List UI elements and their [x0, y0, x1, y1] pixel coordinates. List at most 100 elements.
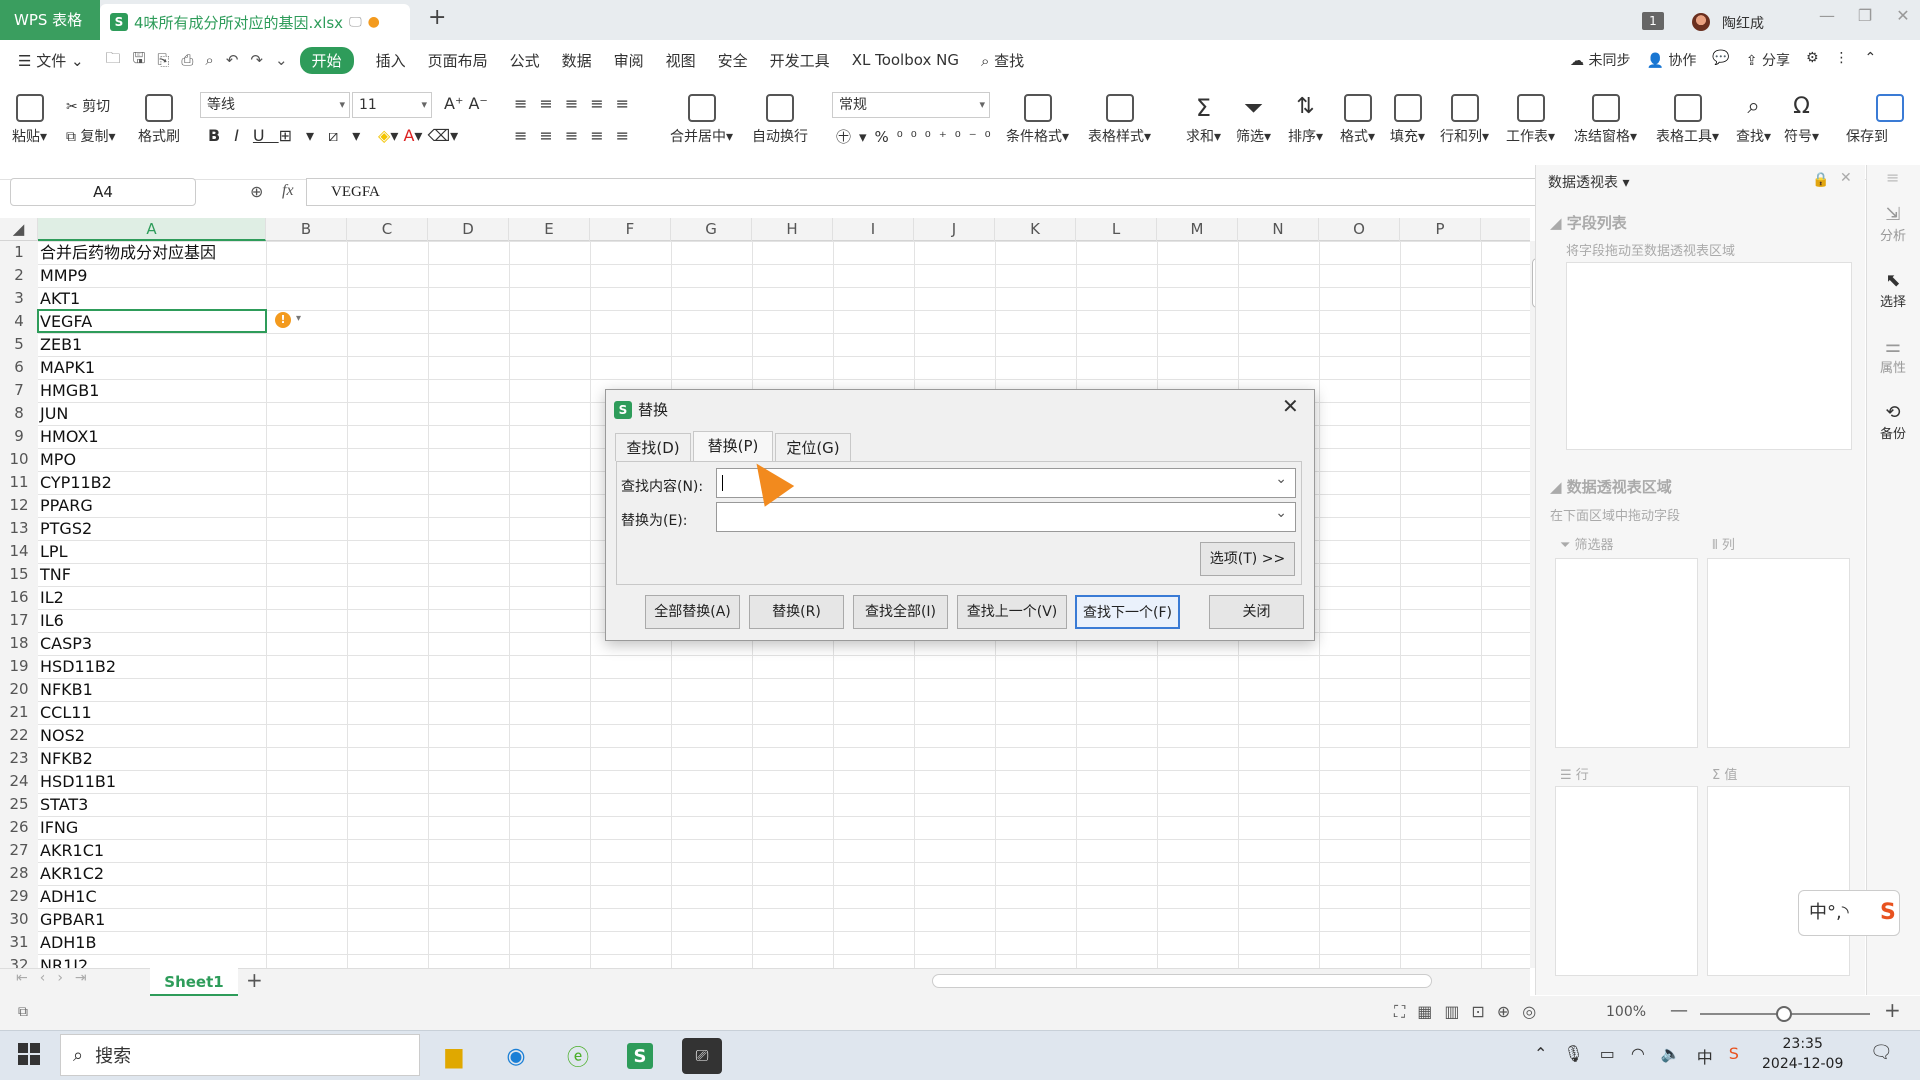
pivot-pane-title[interactable]: 数据透视表 ▾: [1548, 172, 1629, 192]
tab-goto[interactable]: 定位(G): [775, 433, 851, 461]
redo-icon[interactable]: ↷: [250, 51, 263, 69]
menu-review[interactable]: 审阅: [614, 50, 644, 71]
error-warning-icon[interactable]: !: [275, 312, 291, 328]
row-header[interactable]: 8: [0, 402, 38, 425]
menu-search[interactable]: ⌕ 查找: [981, 50, 1024, 71]
cell-a7[interactable]: HMGB1: [40, 379, 266, 402]
row-header[interactable]: 1: [0, 241, 38, 264]
formula-input[interactable]: VEGFA: [306, 178, 1538, 206]
menu-file[interactable]: ☰ 文件 ⌄: [18, 50, 84, 71]
zoom-level[interactable]: 100%: [1606, 1004, 1646, 1020]
number-format-icons[interactable]: ㊉▾%⁰⁰⁰⁺⁰⁻⁰: [836, 126, 999, 147]
cell-a27[interactable]: AKR1C1: [40, 839, 266, 862]
replace-button[interactable]: 替换(R): [749, 595, 844, 629]
row-header[interactable]: 14: [0, 540, 38, 563]
row-header[interactable]: 23: [0, 747, 38, 770]
avatar[interactable]: [1692, 13, 1710, 31]
font-size-select[interactable]: 11: [352, 92, 432, 118]
zoom-in-icon[interactable]: +: [1884, 998, 1901, 1022]
menu-developer[interactable]: 开发工具: [770, 50, 830, 71]
zoom-out-icon[interactable]: —: [1670, 1000, 1688, 1021]
row-header[interactable]: 9: [0, 425, 38, 448]
table-style-button[interactable]: 表格样式▾: [1088, 94, 1151, 146]
row-drop-box[interactable]: [1555, 786, 1698, 976]
row-header[interactable]: 11: [0, 471, 38, 494]
ime-logo-icon[interactable]: S: [1880, 900, 1896, 925]
row-header[interactable]: 31: [0, 931, 38, 954]
column-header-b[interactable]: B: [266, 218, 347, 241]
document-tab[interactable]: S 4味所有成分所对应的基因.xlsx 🖵 ●: [100, 4, 410, 40]
lock-icon[interactable]: 🔒: [1812, 172, 1829, 188]
row-header[interactable]: 19: [0, 655, 38, 678]
field-list-box[interactable]: [1566, 262, 1852, 450]
save-to-button[interactable]: 保存到: [1846, 94, 1920, 146]
add-sheet-button[interactable]: +: [246, 968, 263, 992]
cell-a15[interactable]: TNF: [40, 563, 266, 586]
row-header[interactable]: 16: [0, 586, 38, 609]
edge-icon[interactable]: ◉: [496, 1038, 536, 1074]
column-header-c[interactable]: C: [347, 218, 428, 241]
cell-a24[interactable]: HSD11B1: [40, 770, 266, 793]
name-box[interactable]: A4: [10, 178, 196, 206]
volume-icon[interactable]: 🔈: [1661, 1044, 1681, 1068]
sidebar-properties[interactable]: ⚌ 属性: [1866, 336, 1920, 376]
fill-button[interactable]: 填充▾: [1390, 94, 1425, 146]
sort-button[interactable]: ⇅ 排序▾: [1288, 94, 1323, 146]
user-name[interactable]: 陶红成: [1722, 13, 1764, 33]
sidebar-analyze[interactable]: ⇲ 分析: [1866, 204, 1920, 244]
sheet-nav-icons[interactable]: ⇤‹›⇥: [16, 970, 99, 986]
row-header[interactable]: 28: [0, 862, 38, 885]
cell-a2[interactable]: MMP9: [40, 264, 266, 287]
column-header-g[interactable]: G: [671, 218, 752, 241]
align-top-group-icon[interactable]: ≡≡≡≡≡: [514, 94, 641, 113]
cell-a17[interactable]: IL6: [40, 609, 266, 632]
cell-a3[interactable]: AKT1: [40, 287, 266, 310]
worksheet-button[interactable]: 工作表▾: [1506, 94, 1555, 146]
save-icon[interactable]: 🖫: [133, 48, 146, 73]
column-header-l[interactable]: L: [1076, 218, 1157, 241]
insert-function-button[interactable]: fx: [282, 182, 294, 200]
fill-color-icon[interactable]: ◈▾ A▾ ⌫▾: [378, 126, 458, 145]
freeze-panes-button[interactable]: 冻结窗格▾: [1574, 94, 1637, 146]
open-icon[interactable]: 🗀: [106, 48, 121, 73]
menu-formula[interactable]: 公式: [510, 50, 540, 71]
tray-expand-icon[interactable]: ⌃: [1534, 1044, 1547, 1068]
notification-center-icon[interactable]: 🗨: [1870, 1042, 1893, 1063]
cell-a23[interactable]: NFKB2: [40, 747, 266, 770]
row-header[interactable]: 26: [0, 816, 38, 839]
cell-a30[interactable]: GPBAR1: [40, 908, 266, 931]
rows-cols-button[interactable]: 行和列▾: [1440, 94, 1489, 146]
row-header[interactable]: 17: [0, 609, 38, 632]
font-grow-icon[interactable]: A⁺ A⁻: [444, 94, 488, 113]
dialog-close-icon[interactable]: ✕: [1282, 394, 1299, 418]
screen-recorder-icon[interactable]: ⎚: [682, 1038, 722, 1074]
settings-icon[interactable]: ⚙: [1806, 50, 1819, 70]
wps-spreadsheet-taskbar-icon[interactable]: S: [620, 1038, 660, 1074]
row-header[interactable]: 7: [0, 379, 38, 402]
zoom-formula-icon[interactable]: ⊕: [250, 182, 263, 201]
preview-icon[interactable]: ⌕: [205, 51, 213, 69]
undo-icon[interactable]: ↶: [226, 51, 239, 69]
input-method-icon[interactable]: 中: [1697, 1044, 1713, 1068]
number-format-select[interactable]: 常规: [832, 92, 990, 118]
taskbar-clock[interactable]: 23:35 2024-12-09: [1762, 1034, 1843, 1074]
menu-start[interactable]: 开始: [299, 46, 354, 74]
taskbar-search[interactable]: ⌕ 搜索: [60, 1034, 420, 1076]
menu-xl-toolbox[interactable]: XL Toolbox NG: [852, 51, 959, 69]
row-header[interactable]: 20: [0, 678, 38, 701]
menu-data[interactable]: 数据: [562, 50, 592, 71]
cell-a20[interactable]: NFKB1: [40, 678, 266, 701]
export-icon[interactable]: ⎘: [157, 51, 169, 69]
cell-a5[interactable]: ZEB1: [40, 333, 266, 356]
merge-center-button[interactable]: 合并居中▾: [670, 94, 733, 146]
select-all-corner[interactable]: ◢: [0, 218, 38, 241]
close-button[interactable]: 关闭: [1209, 595, 1304, 629]
format-painter-button[interactable]: 格式刷: [138, 94, 180, 146]
find-input[interactable]: [716, 468, 1296, 498]
windows-start-icon[interactable]: [18, 1043, 40, 1065]
cell-a12[interactable]: PPARG: [40, 494, 266, 517]
cell-a11[interactable]: CYP11B2: [40, 471, 266, 494]
sidebar-menu-icon[interactable]: ≡: [1886, 168, 1899, 187]
comment-icon[interactable]: 💬: [1712, 50, 1729, 70]
microphone-icon[interactable]: 🎙: [1563, 1044, 1583, 1068]
